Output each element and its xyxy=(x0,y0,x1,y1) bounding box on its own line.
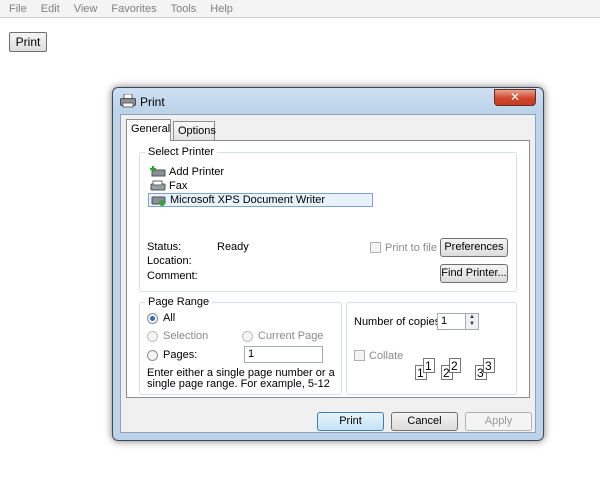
close-icon: ✕ xyxy=(509,90,521,104)
menu-bar: File Edit View Favorites Tools Help xyxy=(0,0,600,18)
printer-icon xyxy=(120,94,136,108)
printer-label: Microsoft XPS Document Writer xyxy=(170,194,326,206)
menu-favorites[interactable]: Favorites xyxy=(102,3,156,15)
printer-label: Fax xyxy=(169,180,188,192)
find-printer-button[interactable]: Find Printer... xyxy=(440,264,508,283)
xps-printer-icon xyxy=(151,196,166,206)
pages-label: Pages: xyxy=(163,349,198,361)
collate-label: Collate xyxy=(369,350,404,362)
copies-group: Number of copies: 1 ▲ ▼ Collate 1 1 2 2 … xyxy=(346,302,517,395)
comment-label: Comment: xyxy=(147,270,198,282)
collate-page-icon: 3 xyxy=(483,358,495,373)
dialog-client-area: General Options Select Printer Add Print… xyxy=(120,114,536,433)
selection-radio[interactable] xyxy=(147,331,158,342)
pages-radio[interactable] xyxy=(147,350,158,361)
print-to-file-label: Print to file xyxy=(385,242,437,254)
copies-input[interactable]: 1 xyxy=(437,313,466,330)
status-value: Ready xyxy=(217,241,249,253)
collate-checkbox[interactable] xyxy=(354,350,365,361)
page-print-button[interactable]: Print xyxy=(9,32,47,52)
menu-tools[interactable]: Tools xyxy=(162,3,197,15)
page-range-title: Page Range xyxy=(145,296,213,308)
printer-item-fax[interactable]: Fax xyxy=(150,179,300,193)
preferences-button[interactable]: Preferences xyxy=(440,238,508,257)
copies-label: Number of copies: xyxy=(354,316,444,328)
status-label: Status: xyxy=(147,241,182,253)
print-dialog: Print ✕ General Options Select Printer A… xyxy=(112,87,544,441)
spin-up-icon[interactable]: ▲ xyxy=(466,314,478,321)
printer-label: Add Printer xyxy=(169,166,225,178)
printer-item-xps[interactable]: Microsoft XPS Document Writer xyxy=(148,193,373,207)
close-button[interactable]: ✕ xyxy=(494,89,536,106)
current-page-radio[interactable] xyxy=(242,331,253,342)
select-printer-group: Select Printer Add Printer Fax Microsoft… xyxy=(139,146,517,292)
all-radio[interactable] xyxy=(147,313,158,324)
tab-general[interactable]: General xyxy=(126,119,171,141)
spin-down-icon[interactable]: ▼ xyxy=(466,321,478,328)
dialog-titlebar[interactable]: Print ✕ xyxy=(113,88,543,114)
tab-options[interactable]: Options xyxy=(173,121,216,140)
all-label: All xyxy=(163,312,176,324)
page-range-hint: Enter either a single page number or a s… xyxy=(147,367,335,390)
collate-page-icon: 1 xyxy=(423,358,435,373)
dialog-title: Print xyxy=(140,95,165,109)
location-label: Location: xyxy=(147,255,192,267)
select-printer-title: Select Printer xyxy=(145,146,218,158)
menu-help[interactable]: Help xyxy=(201,3,233,15)
fax-icon xyxy=(150,180,166,191)
add-printer-icon xyxy=(150,166,166,177)
print-button[interactable]: Print xyxy=(317,412,384,431)
cancel-button[interactable]: Cancel xyxy=(391,412,458,431)
pages-input[interactable]: 1 xyxy=(244,346,323,363)
print-to-file-checkbox[interactable] xyxy=(370,242,381,253)
menu-file[interactable]: File xyxy=(0,3,27,15)
collate-page-icon: 2 xyxy=(449,358,461,373)
apply-button[interactable]: Apply xyxy=(465,412,532,431)
copies-spinner[interactable]: ▲ ▼ xyxy=(465,313,479,330)
menu-edit[interactable]: Edit xyxy=(32,3,60,15)
general-tab-panel: Select Printer Add Printer Fax Microsoft… xyxy=(126,140,530,398)
page-range-group: Page Range All Selection Current Page Pa… xyxy=(139,296,342,395)
printer-item-add-printer[interactable]: Add Printer xyxy=(150,165,300,179)
current-page-label: Current Page xyxy=(258,330,324,342)
selection-label: Selection xyxy=(163,330,209,342)
menu-view[interactable]: View xyxy=(65,3,98,15)
